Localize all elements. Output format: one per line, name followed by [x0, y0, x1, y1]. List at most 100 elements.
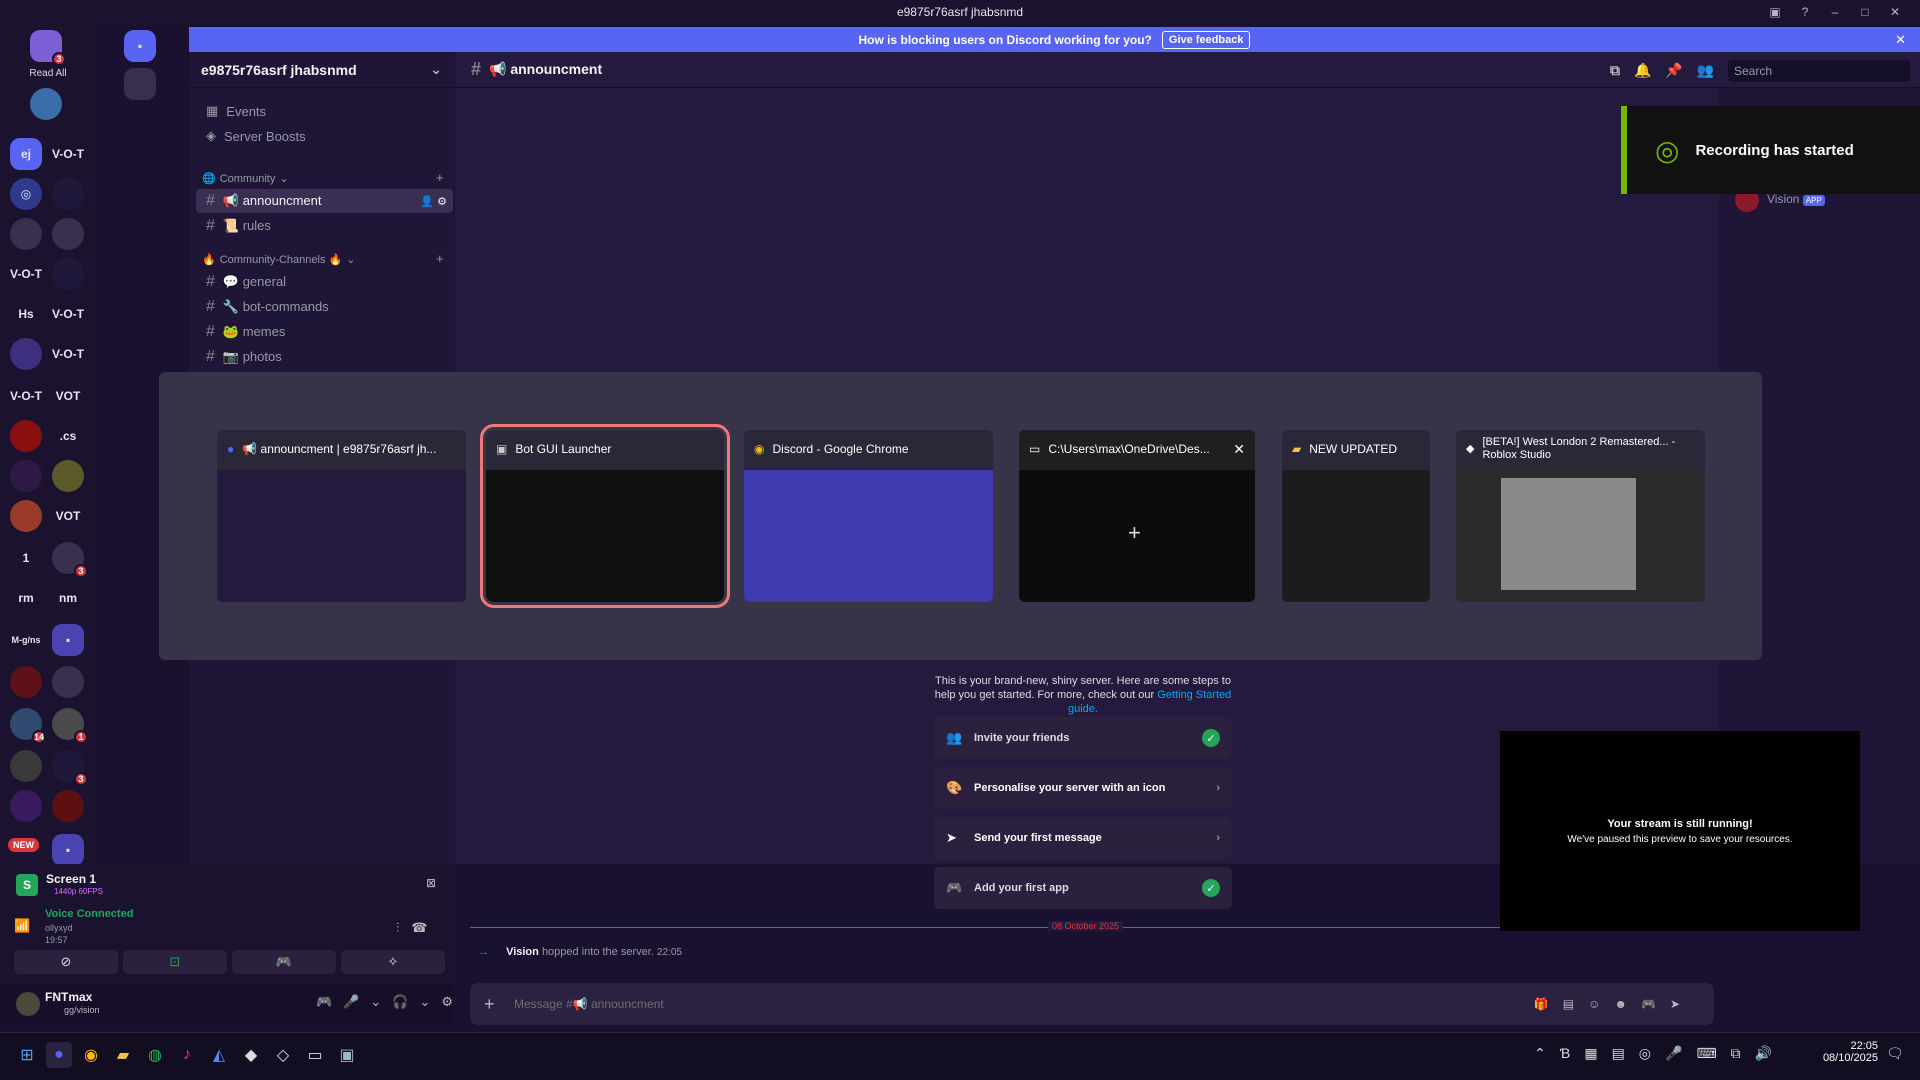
screen-share-button[interactable]: ⊡	[123, 950, 227, 974]
avatar[interactable]	[16, 992, 40, 1016]
server-icon[interactable]	[10, 338, 42, 370]
server-v-o-t[interactable]: V-O-T	[52, 338, 84, 370]
category-community-channels[interactable]: 🔥 Community-Channels 🔥 ⌄	[202, 253, 355, 266]
category-community[interactable]: 🌐 Community ⌄	[202, 172, 289, 186]
roblox-icon[interactable]: ◆	[238, 1042, 264, 1068]
channel-bot-commands[interactable]: # 🔧 bot-commands	[196, 295, 453, 319]
soundboard-button[interactable]: ✧	[341, 950, 445, 974]
spotify-icon[interactable]: ◍	[142, 1042, 168, 1068]
server-icon[interactable]: ◎	[10, 178, 42, 210]
switcher-window-terminal[interactable]: ▭ C:\Users\max\OneDrive\Des... ✕	[1019, 430, 1255, 602]
add-channel-icon[interactable]: +	[436, 170, 444, 185]
server-icon[interactable]	[52, 460, 84, 492]
channel-announcment[interactable]: # 📢 announcment 👤 ⚙	[196, 189, 453, 213]
server-ej[interactable]: ej	[10, 138, 42, 170]
task-invite-friends[interactable]: 👥 Invite your friends ✓	[934, 717, 1232, 759]
server-icon[interactable]	[10, 790, 42, 822]
server-icon[interactable]: 3	[52, 750, 88, 786]
start-icon[interactable]: ⊞	[14, 1042, 40, 1068]
member-name[interactable]: Vision APP	[1767, 192, 1825, 206]
server-icon[interactable]: 14	[10, 708, 46, 744]
close-icon[interactable]: ✕	[1895, 32, 1906, 48]
task-first-app[interactable]: 🎮 Add your first app ✓	[934, 867, 1232, 909]
task-first-message[interactable]: ➤ Send your first message ›	[934, 817, 1232, 859]
tiktok-icon[interactable]: ♪	[174, 1042, 200, 1068]
server-icon[interactable]	[10, 420, 42, 452]
add-attachment-icon[interactable]: +	[484, 994, 495, 1015]
server-vot[interactable]: VOT	[52, 380, 84, 412]
stop-stream-icon[interactable]: ⊠	[426, 876, 436, 890]
app-icon[interactable]: ▣	[334, 1042, 360, 1068]
events-item[interactable]: ▦ Events	[196, 99, 453, 123]
roblox-studio-icon[interactable]: ◇	[270, 1042, 296, 1068]
terminal-icon[interactable]: ▭	[302, 1042, 328, 1068]
header-toolbar-icons[interactable]: ⧉🔔📌👥	[1610, 62, 1728, 79]
switcher-window-discord[interactable]: ● 📢 announcment | e9875r76asrf jh...	[217, 430, 466, 602]
voice-controls[interactable]: ⫶☎	[396, 920, 439, 936]
server-v-o-t[interactable]: V-O-T	[52, 138, 84, 170]
maximize-button[interactable]: □	[1850, 5, 1880, 19]
vscode-icon[interactable]: ◭	[206, 1042, 232, 1068]
discord-icon[interactable]: ●	[46, 1042, 72, 1068]
switcher-window-roblox[interactable]: ◆ [BETA!] West London 2 Remastered... - R…	[1456, 430, 1705, 602]
server-nm[interactable]: nm	[52, 582, 84, 614]
server-hs[interactable]: Hs	[10, 298, 42, 330]
folder-icon[interactable]: ▰	[110, 1042, 136, 1068]
camera-off-button[interactable]: ⊘	[14, 950, 118, 974]
server-icon[interactable]	[52, 258, 84, 290]
composer-toolbar-icons[interactable]: 🎁▤☺☻🎮➤	[1534, 997, 1694, 1011]
server-cs[interactable]: .cs	[52, 420, 84, 452]
settings-icon[interactable]: 👤 ⚙	[420, 195, 447, 208]
server-rm[interactable]: rm	[10, 582, 42, 614]
server-header[interactable]: e9875r76asrf jhabsnmd ⌄	[189, 52, 454, 88]
server-vot[interactable]: VOT	[52, 500, 84, 532]
server-icon[interactable]	[52, 666, 84, 698]
message-author[interactable]: Vision	[506, 946, 539, 958]
server-icon[interactable]	[52, 178, 84, 210]
server-icon[interactable]	[124, 68, 156, 100]
channel-memes[interactable]: # 🐸 memes	[196, 320, 453, 344]
task-personalise-icon[interactable]: 🎨 Personalise your server with an icon ›	[934, 767, 1232, 809]
notification-icon[interactable]: 🗨	[1886, 1045, 1904, 1062]
help-icon[interactable]: ?	[1790, 5, 1820, 19]
search-input[interactable]: Search	[1728, 60, 1910, 82]
user-controls[interactable]: 🎮🎤⌄🎧⌄⚙	[316, 994, 464, 1010]
close-icon[interactable]: ✕	[1233, 441, 1245, 458]
server-boosts-item[interactable]: ◈ Server Boosts	[196, 124, 453, 148]
message-input[interactable]: + Message #📢 announcment 🎁▤☺☻🎮➤	[470, 983, 1714, 1025]
give-feedback-button[interactable]: Give feedback	[1161, 30, 1251, 49]
server-v-o-t[interactable]: V-O-T	[52, 298, 84, 330]
minimize-button[interactable]: –	[1820, 5, 1850, 19]
folder-icon[interactable]: ▪	[52, 834, 84, 866]
server-1[interactable]: 1	[10, 542, 42, 574]
clock[interactable]: 22:05 08/10/2025	[1800, 1040, 1878, 1064]
server-v-o-t[interactable]: V-O-T	[10, 258, 42, 290]
server-icon[interactable]: 1	[52, 708, 88, 744]
folder-icon[interactable]: ▪	[52, 624, 84, 656]
server-icon[interactable]	[30, 88, 62, 120]
switcher-window-folder[interactable]: ▰ NEW UPDATED	[1282, 430, 1430, 602]
switcher-window-chrome[interactable]: ◉ Discord - Google Chrome	[744, 430, 993, 602]
close-button[interactable]: ✕	[1880, 5, 1910, 19]
server-icon[interactable]	[52, 790, 84, 822]
server-icon[interactable]	[10, 460, 42, 492]
server-icon[interactable]	[10, 750, 42, 782]
server-m-g-ns[interactable]: M-g/ns	[10, 624, 42, 656]
channel-general[interactable]: # 💬 general	[196, 270, 453, 294]
channel-rules[interactable]: # 📜 rules	[196, 214, 453, 238]
server-v-o-t[interactable]: V-O-T	[10, 380, 42, 412]
server-icon[interactable]	[10, 500, 42, 532]
server-icon[interactable]	[52, 218, 84, 250]
system-tray[interactable]: ⌃Ɓ▦▤◎🎤⌨⧉🔊	[1534, 1045, 1786, 1062]
read-all-button[interactable]: 3	[30, 30, 66, 66]
switcher-window-bot-gui[interactable]: ▣ Bot GUI Launcher	[480, 424, 730, 608]
server-icon[interactable]: 3	[52, 542, 88, 578]
voice-status[interactable]: Voice Connected	[45, 908, 133, 920]
inbox-icon[interactable]: ▣	[1760, 5, 1790, 19]
folder-icon[interactable]: ▪	[124, 30, 156, 62]
add-channel-icon[interactable]: +	[436, 251, 444, 266]
activity-button[interactable]: 🎮	[232, 950, 336, 974]
channel-photos[interactable]: # 📷 photos	[196, 345, 453, 369]
server-icon[interactable]	[10, 218, 42, 250]
chrome-icon[interactable]: ◉	[78, 1042, 104, 1068]
